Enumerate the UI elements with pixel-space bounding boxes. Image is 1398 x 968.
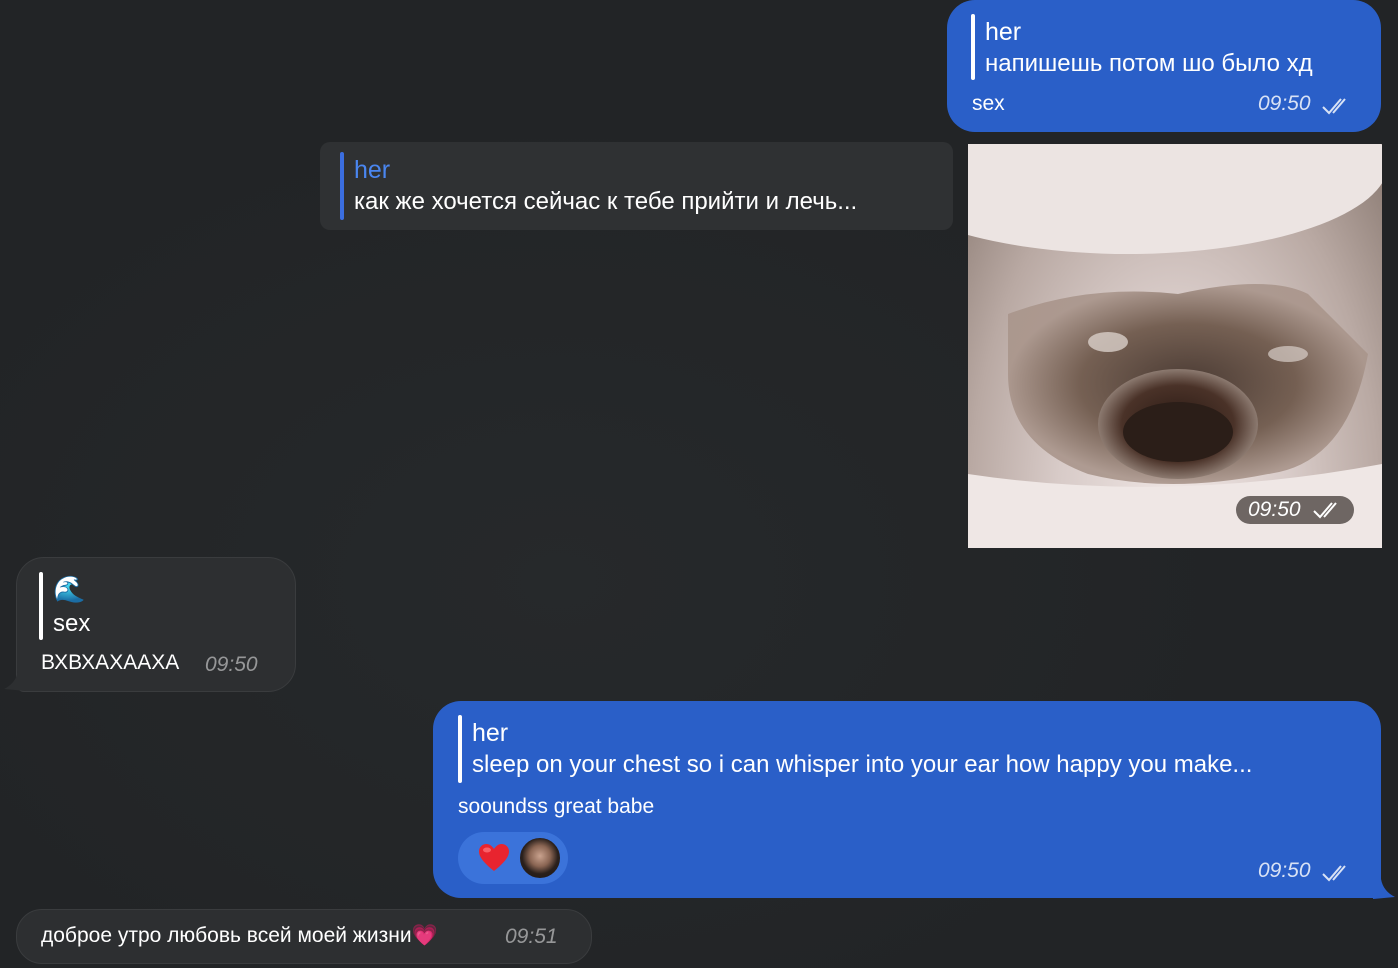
message-text: sooundss great babe <box>458 795 655 818</box>
chat-view: her напишешь потом шо было хд sex 09:50 … <box>0 0 1398 968</box>
reply-author: her <box>472 719 509 747</box>
heart-reaction-icon[interactable] <box>478 843 510 873</box>
message-bubble-incoming[interactable]: доброе утро любовь всей моей жизни💗 09:5… <box>16 909 592 964</box>
photo-image <box>968 144 1382 548</box>
reactions-bar[interactable] <box>458 832 568 884</box>
reply-text: sleep on your chest so i can whisper int… <box>472 751 1253 778</box>
message-text-content: доброе утро любовь всей моей жизни <box>41 924 412 947</box>
bubble-tail <box>4 671 26 691</box>
photo-meta: 09:50 <box>1236 496 1355 524</box>
message-meta: 09:50 <box>1258 92 1351 116</box>
reply-quote[interactable]: her sleep on your chest so i can whisper… <box>458 715 1252 783</box>
message-time: 09:50 <box>1248 498 1301 521</box>
reply-text: напишешь потом шо было хд <box>985 50 1313 77</box>
reply-quote[interactable]: 🌊 sex <box>39 572 90 640</box>
message-text: доброе утро любовь всей моей жизни💗 <box>41 924 438 948</box>
photo-message[interactable]: 09:50 <box>968 144 1382 548</box>
double-check-icon <box>1322 865 1346 882</box>
photo-reply-strip[interactable]: her как же хочется сейчас к тебе прийти … <box>320 142 953 230</box>
message-bubble-outgoing[interactable]: her напишешь потом шо было хд sex 09:50 <box>947 0 1381 132</box>
reply-text: как же хочется сейчас к тебе прийти и ле… <box>354 188 858 215</box>
reply-quote[interactable]: her как же хочется сейчас к тебе прийти … <box>340 152 857 220</box>
message-text: ВХВХАХААХА <box>41 651 180 674</box>
reply-quote[interactable]: her напишешь потом шо было хд <box>971 14 1313 80</box>
message-bubble-outgoing[interactable]: her sleep on your chest so i can whisper… <box>433 701 1381 898</box>
message-bubble-incoming[interactable]: 🌊 sex ВХВХАХААХА 09:50 <box>16 557 296 692</box>
double-check-icon <box>1313 502 1338 519</box>
heart-emoji-icon: 💗 <box>411 924 438 947</box>
bubble-tail <box>1373 879 1395 899</box>
message-time: 09:51 <box>505 925 558 948</box>
reply-text: sex <box>53 610 91 637</box>
reactor-avatar[interactable] <box>518 836 562 880</box>
reply-emoji: 🌊 <box>53 574 86 604</box>
double-check-icon <box>1322 98 1346 115</box>
message-text: sex <box>972 92 1005 115</box>
message-meta: 09:50 <box>1258 859 1351 883</box>
message-time: 09:50 <box>205 653 258 676</box>
reply-author: her <box>354 156 391 184</box>
message-time: 09:50 <box>1257 92 1311 115</box>
reply-author: her <box>985 18 1022 46</box>
message-time: 09:50 <box>1257 859 1311 882</box>
